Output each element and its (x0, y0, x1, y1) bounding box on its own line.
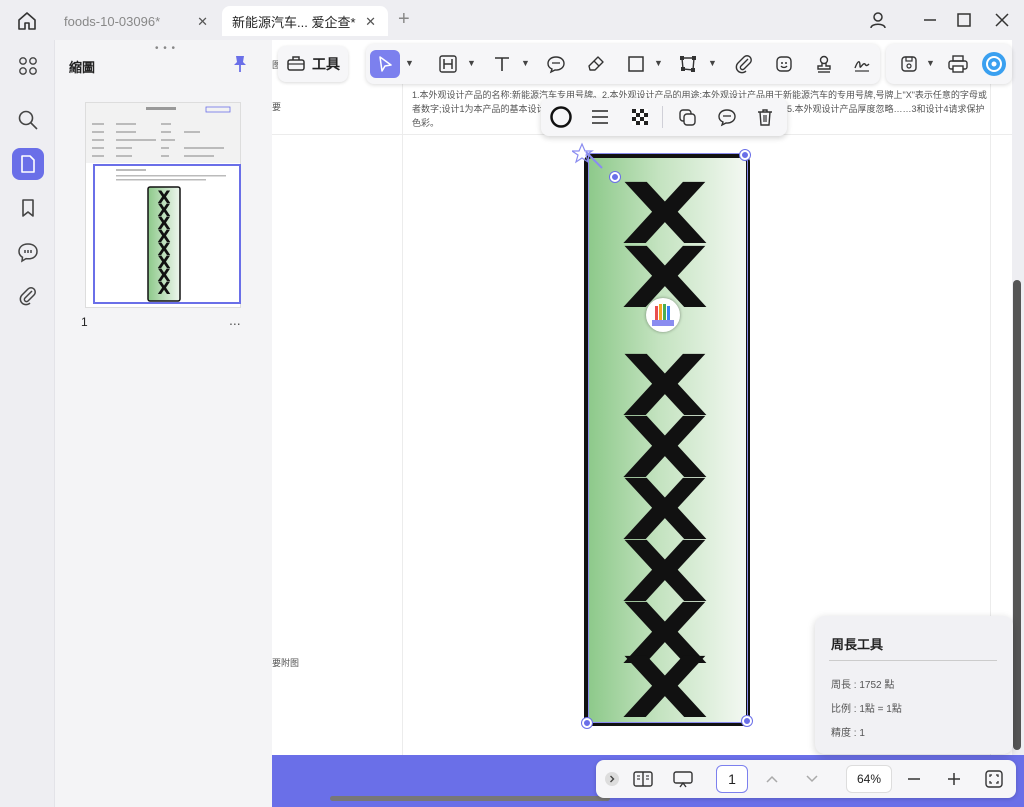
measure-perimeter-icon[interactable] (674, 50, 702, 78)
vertex-handle[interactable] (742, 716, 752, 726)
print-icon[interactable] (944, 50, 972, 78)
menu-separator (662, 106, 663, 128)
panel-title: 縮圖 (69, 60, 96, 75)
panel-divider (829, 660, 997, 661)
chevron-down-icon[interactable]: ▼ (708, 58, 717, 68)
thumbnail-selection (93, 164, 241, 304)
tab-active-document[interactable]: 新能源汽车... 爱企查* ✕ (222, 6, 388, 36)
chevron-down-icon[interactable]: ▼ (405, 58, 414, 68)
expand-icon[interactable] (602, 766, 622, 792)
rectangle-shape-icon[interactable] (622, 50, 650, 78)
panel-grip-icon[interactable]: • • • (155, 43, 176, 54)
search-icon[interactable] (12, 104, 44, 136)
chevron-down-icon[interactable]: ▼ (926, 58, 935, 68)
zoom-out-icon[interactable] (902, 766, 926, 792)
sticker-icon[interactable] (770, 50, 798, 78)
horizontal-scrollbar[interactable] (330, 796, 610, 801)
fit-page-icon[interactable] (982, 766, 1006, 792)
opacity-icon[interactable] (628, 105, 652, 129)
page-thumbnails-icon[interactable] (12, 148, 44, 180)
close-icon[interactable]: ✕ (197, 14, 208, 30)
highlight-text-icon[interactable] (434, 50, 462, 78)
next-page-icon[interactable] (800, 766, 824, 792)
scale-value: 比例 : 1點 = 1點 (831, 704, 902, 715)
presentation-icon[interactable] (670, 766, 696, 792)
text-tool-icon[interactable] (488, 50, 516, 78)
bookmark-icon[interactable] (12, 192, 44, 224)
attachment-icon[interactable] (12, 280, 44, 312)
shape-context-menu (541, 98, 787, 136)
vertex-handle[interactable] (740, 150, 750, 160)
output-toolbar: ▼ (886, 44, 1012, 84)
stroke-color-icon[interactable] (549, 105, 573, 129)
new-tab-icon[interactable]: + (398, 8, 410, 31)
star-marker-icon (570, 142, 608, 181)
chevron-down-icon[interactable]: ▼ (654, 58, 663, 68)
panel-title: 周長工具 (831, 637, 884, 652)
delete-icon[interactable] (753, 105, 777, 129)
vertex-handle[interactable] (582, 718, 592, 728)
page-number-input[interactable]: 1 (716, 765, 748, 793)
left-rail (0, 40, 54, 807)
comment-icon[interactable] (12, 236, 44, 268)
chevron-down-icon[interactable]: ▼ (467, 58, 476, 68)
line-weight-icon[interactable] (588, 105, 612, 129)
ai-assistant-icon[interactable] (980, 50, 1008, 78)
vertex-handle[interactable] (610, 172, 620, 182)
chevron-down-icon[interactable]: ▼ (521, 58, 530, 68)
tab-label: foods-10-03096* (64, 13, 161, 29)
zoom-in-icon[interactable] (942, 766, 966, 792)
annotation-selection-box[interactable] (588, 153, 748, 723)
attachment-icon[interactable] (730, 50, 758, 78)
thumbnail-panel: • • • 縮圖 XXXXXXXX 1 ... (54, 40, 272, 807)
perimeter-value: 周長 : 1752 點 (831, 680, 895, 691)
signature-icon[interactable] (848, 50, 876, 78)
precision-value: 精度 : 1 (831, 728, 865, 739)
zoom-level-input[interactable]: 64% (846, 765, 892, 793)
tools-button[interactable]: 工具 (278, 46, 348, 82)
thumbnail-page-number: 1 (81, 315, 88, 329)
minimize-icon[interactable] (918, 9, 942, 31)
note-icon[interactable] (542, 50, 570, 78)
annotation-toolbar: ▼ ▼ ▼ ▼ ▼ (366, 44, 880, 84)
maximize-icon[interactable] (952, 9, 976, 31)
tab-bar: foods-10-03096* ✕ 新能源汽车... 爱企查* ✕ + (0, 0, 1024, 40)
previous-page-icon[interactable] (760, 766, 784, 792)
eraser-icon[interactable] (582, 50, 610, 78)
account-icon[interactable] (866, 9, 890, 31)
home-icon[interactable] (16, 10, 40, 32)
doc-left-label: 要 (272, 102, 282, 112)
window-close-icon[interactable] (990, 9, 1014, 31)
add-comment-icon[interactable] (715, 105, 739, 129)
tab-foods[interactable]: foods-10-03096* ✕ (54, 6, 220, 36)
tools-label: 工具 (312, 56, 340, 72)
table-divider (402, 80, 403, 755)
reading-mode-icon[interactable] (630, 766, 656, 792)
apps-icon[interactable] (12, 50, 44, 82)
stamp-icon[interactable] (810, 50, 838, 78)
close-icon[interactable]: ✕ (365, 14, 376, 30)
save-icon[interactable] (896, 50, 922, 78)
duplicate-icon[interactable] (675, 105, 699, 129)
pin-icon[interactable] (231, 54, 249, 79)
toolbox-icon (286, 54, 306, 75)
perimeter-tool-panel: 周長工具 周長 : 1752 點 比例 : 1點 = 1點 精度 : 1 (815, 616, 1013, 754)
select-cursor-icon[interactable] (370, 50, 400, 78)
thumbnail-more-button[interactable]: ... (229, 312, 241, 328)
doc-left-label: 要附图 (272, 658, 300, 668)
page-navigation-bar: 1 64% (596, 760, 1016, 798)
vertical-scrollbar[interactable] (1013, 280, 1021, 750)
tab-label: 新能源汽车... 爱企查* (232, 14, 356, 30)
